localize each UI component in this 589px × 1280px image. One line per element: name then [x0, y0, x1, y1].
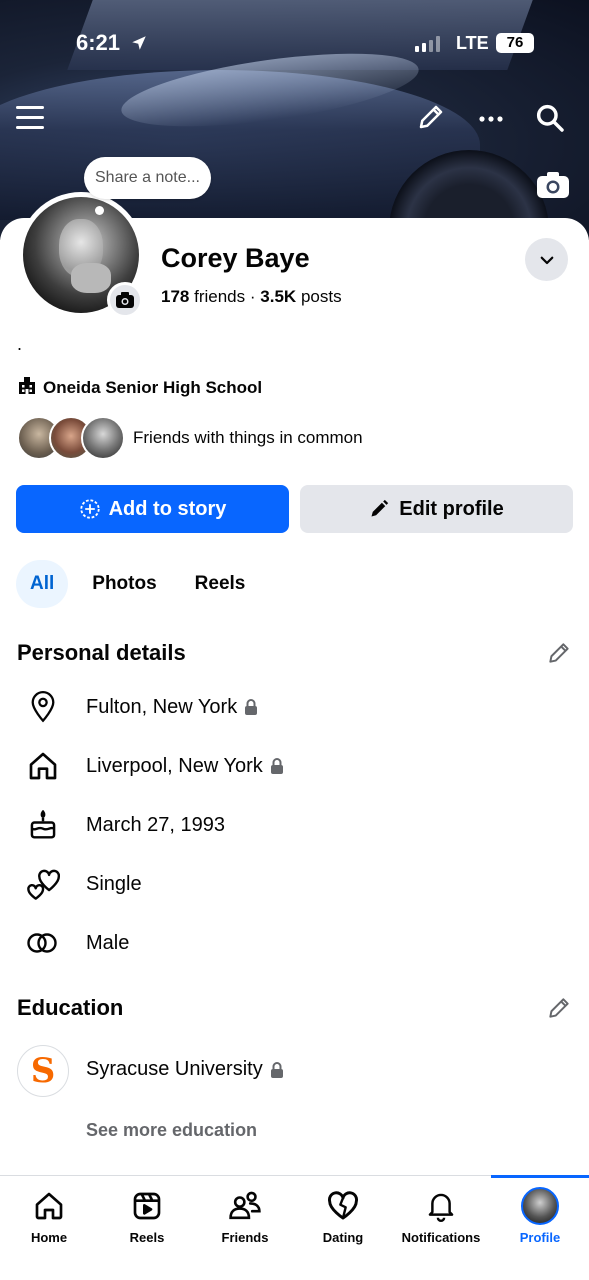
posts-count: 3.5K — [260, 287, 297, 306]
edit-education-icon[interactable] — [546, 995, 572, 1026]
detail-gender[interactable]: Male — [26, 926, 129, 960]
nav-profile-avatar — [521, 1187, 559, 1225]
detail-relationship[interactable]: Single — [26, 867, 142, 901]
tab-all[interactable]: All — [16, 560, 69, 608]
home-icon — [33, 1188, 65, 1224]
share-note-bubble[interactable]: Share a note... — [84, 157, 211, 199]
nav-label: Dating — [322, 1230, 364, 1245]
location-pin-icon — [26, 690, 60, 724]
school-name: Oneida Senior High School — [43, 377, 263, 397]
education-school-row[interactable]: Syracuse University — [86, 1058, 284, 1081]
detail-birthday[interactable]: March 27, 1993 — [26, 808, 225, 842]
personal-details-title: Personal details — [17, 640, 186, 665]
friends-icon — [228, 1188, 262, 1224]
edit-cover-camera-icon[interactable] — [536, 170, 570, 200]
network-type: LTE — [456, 33, 489, 53]
education-school-name: Syracuse University — [86, 1058, 263, 1080]
edit-profile-photo-camera-icon[interactable] — [107, 282, 143, 318]
nav-reels[interactable]: Reels — [98, 1176, 196, 1280]
nav-label: Friends — [221, 1230, 269, 1245]
lock-icon — [244, 699, 258, 715]
syracuse-logo[interactable]: S — [17, 1045, 69, 1097]
note-bubble-tail — [95, 206, 104, 215]
profile-name: Corey Baye — [161, 243, 310, 273]
search-icon[interactable] — [534, 102, 566, 139]
nav-home[interactable]: Home — [0, 1176, 98, 1280]
stats-separator: · — [249, 287, 256, 306]
nav-notifications[interactable]: Notifications — [392, 1176, 490, 1280]
status-time: 6:21 — [76, 30, 121, 55]
location-arrow-icon — [130, 34, 148, 57]
more-options-icon[interactable] — [476, 104, 506, 139]
detail-text: Liverpool, New York — [86, 754, 263, 777]
lock-icon — [270, 758, 284, 774]
friends-count: 178 — [161, 287, 190, 306]
tab-reels[interactable]: Reels — [181, 560, 260, 608]
add-story-plus-icon — [79, 499, 100, 519]
nav-label: Profile — [519, 1230, 561, 1245]
detail-text: Fulton, New York — [86, 695, 238, 718]
nav-friends[interactable]: Friends — [196, 1176, 294, 1280]
posts-label: posts — [300, 287, 342, 306]
menu-icon[interactable] — [16, 106, 44, 130]
nav-label: Home — [30, 1230, 68, 1245]
nav-label: Notifications — [401, 1230, 481, 1245]
profile-switch-button[interactable] — [525, 238, 568, 281]
edit-profile-button[interactable]: Edit profile — [300, 485, 573, 533]
status-bar: 6:21 LTE 76 — [0, 28, 589, 60]
tab-photos[interactable]: Photos — [78, 560, 170, 608]
edit-personal-details-icon[interactable] — [546, 640, 572, 671]
logo-letter: S — [30, 1051, 56, 1091]
edit-pencil-icon[interactable] — [416, 102, 446, 137]
battery-indicator: 76 — [496, 33, 534, 53]
see-more-education-link[interactable]: See more education — [86, 1120, 257, 1141]
profile-bio: . — [17, 334, 23, 354]
education-title: Education — [17, 995, 124, 1020]
bell-icon — [426, 1188, 456, 1224]
photo-hand — [71, 263, 111, 293]
profile-avatar-icon — [521, 1187, 559, 1225]
add-to-story-button[interactable]: Add to story — [16, 485, 289, 533]
birthday-cake-icon — [26, 808, 60, 842]
detail-text: Male — [86, 931, 130, 954]
signal-icon — [415, 36, 440, 52]
friends-in-common-label: Friends with things in common — [133, 428, 363, 447]
detail-text: Single — [86, 872, 142, 895]
bottom-navigation: Home Reels Friends Dating Notifications … — [0, 1175, 589, 1280]
pencil-icon — [371, 499, 389, 517]
profile-tabs: All Photos Reels — [16, 560, 269, 608]
detail-text: March 27, 1993 — [86, 813, 225, 836]
nav-profile[interactable]: Profile — [491, 1175, 589, 1280]
add-to-story-label: Add to story — [108, 497, 227, 520]
gender-rings-icon — [26, 926, 60, 960]
reels-icon — [131, 1188, 163, 1224]
nav-dating[interactable]: Dating — [294, 1176, 392, 1280]
profile-stats[interactable]: 178 friends · 3.5K posts — [161, 287, 342, 307]
dating-heart-icon — [327, 1188, 359, 1224]
friends-label: friends — [194, 287, 246, 306]
lock-icon — [270, 1061, 284, 1078]
relationship-hearts-icon — [26, 867, 60, 901]
detail-hometown[interactable]: Liverpool, New York — [26, 749, 284, 783]
school-row[interactable]: Oneida Senior High School — [17, 375, 262, 400]
home-icon — [26, 749, 60, 783]
friend-avatar — [81, 416, 125, 460]
nav-label: Reels — [129, 1230, 165, 1245]
detail-current-city[interactable]: Fulton, New York — [26, 690, 258, 724]
chevron-down-icon — [540, 256, 553, 264]
edit-profile-label: Edit profile — [399, 497, 504, 520]
school-building-icon — [17, 375, 37, 400]
friends-in-common-row[interactable]: Friends with things in common — [17, 416, 363, 460]
